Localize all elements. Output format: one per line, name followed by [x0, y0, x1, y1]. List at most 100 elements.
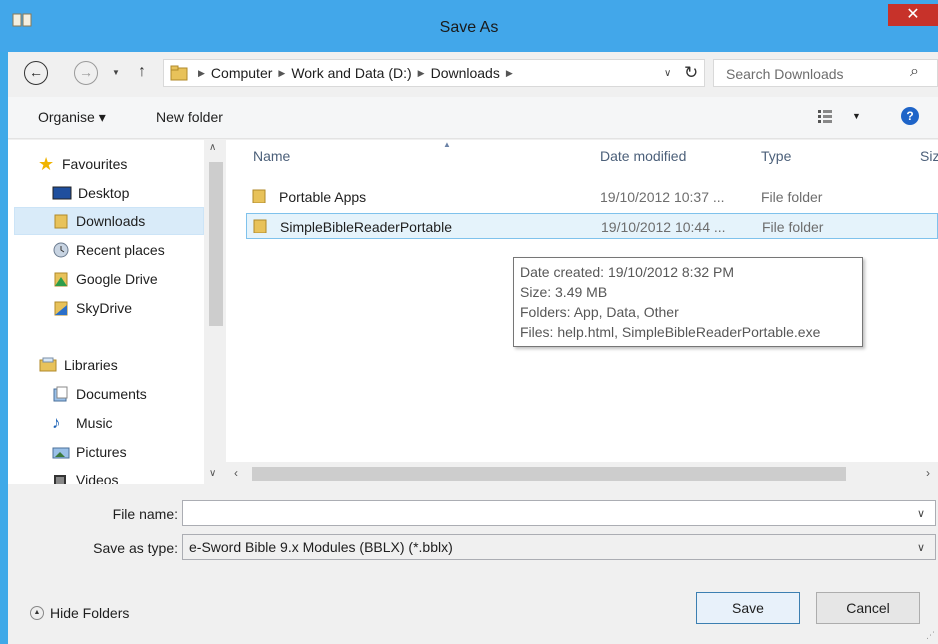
file-name: Portable Apps [279, 189, 367, 205]
tooltip-files: Files: help.html, SimpleBibleReaderPorta… [520, 324, 821, 340]
new-folder-button[interactable]: New folder [156, 109, 223, 125]
column-header-name[interactable]: Name [253, 148, 290, 164]
scroll-up-icon[interactable]: ∧ [209, 142, 216, 153]
forward-button[interactable]: → [74, 61, 98, 85]
address-row: ← → ▼ ↑ ▶ Computer ▶ Work and Data (D:) … [8, 52, 938, 96]
nav-item-downloads[interactable]: Downloads [14, 207, 204, 235]
cancel-button[interactable]: Cancel [816, 592, 920, 624]
chevron-right-icon[interactable]: ▶ [198, 68, 205, 79]
star-icon: ★ [38, 154, 55, 174]
close-button[interactable]: ✕ [888, 4, 938, 26]
music-icon: ♪ [52, 413, 61, 432]
sort-ascending-icon: ▲ [443, 140, 451, 149]
chevron-right-icon[interactable]: ▶ [278, 68, 285, 79]
nav-item-music[interactable]: ♪ Music [52, 409, 113, 437]
search-input[interactable]: Search Downloads ⌕ [713, 59, 938, 87]
nav-item-pictures[interactable]: Pictures [52, 438, 127, 466]
nav-item-recent-places[interactable]: Recent places [52, 236, 165, 264]
nav-item-google-drive[interactable]: Google Drive [52, 265, 158, 293]
nav-label: Videos [76, 472, 119, 484]
nav-label: Recent places [76, 242, 165, 258]
nav-label: SkyDrive [76, 300, 133, 316]
recent-places-icon [53, 242, 69, 258]
chevron-down-icon[interactable]: ∨ [917, 541, 925, 554]
google-drive-icon [54, 272, 68, 287]
file-name-field[interactable]: ∨ [182, 500, 936, 526]
title-bar: Save As ✕ [0, 0, 938, 52]
chevron-right-icon[interactable]: ▶ [418, 68, 425, 79]
documents-icon [53, 386, 68, 402]
navigation-pane: ★ Favourites Desktop Downloads Recent pl… [8, 140, 226, 484]
save-as-type-select[interactable]: e-Sword Bible 9.x Modules (BBLX) (*.bblx… [182, 534, 936, 560]
nav-label: Downloads [76, 213, 146, 229]
up-arrow-icon[interactable]: ↑ [138, 63, 146, 81]
table-row[interactable]: SimpleBibleReaderPortable 19/10/2012 10:… [246, 213, 938, 239]
tooltip-date-created: Date created: 19/10/2012 8:32 PM [520, 264, 735, 280]
file-type: File folder [761, 189, 823, 205]
scroll-right-icon[interactable]: › [926, 466, 930, 480]
nav-label: Pictures [76, 444, 127, 460]
save-button[interactable]: Save [696, 592, 800, 624]
column-header-date-modified[interactable]: Date modified [600, 148, 686, 164]
view-options-icon[interactable] [818, 109, 832, 123]
recent-locations-dropdown-icon[interactable]: ▼ [112, 68, 120, 77]
window-title: Save As [439, 19, 499, 36]
folder-icon [253, 219, 267, 233]
breadcrumb-downloads[interactable]: Downloads [431, 65, 500, 81]
nav-libraries[interactable]: Libraries [38, 351, 118, 379]
column-header-type[interactable]: Type [761, 148, 791, 164]
nav-scrollbar[interactable]: ∧ ∨ [204, 140, 226, 484]
tooltip-size: Size: 3.49 MB [520, 284, 608, 300]
nav-item-videos[interactable]: Videos [52, 466, 119, 484]
refresh-icon[interactable]: ↻ [684, 63, 698, 83]
file-name-label: File name: [112, 506, 178, 522]
hide-folders-toggle[interactable]: ▲ Hide Folders [30, 605, 129, 621]
nav-label: Documents [76, 386, 147, 402]
skydrive-icon [54, 301, 68, 316]
desktop-icon [52, 186, 72, 200]
help-icon[interactable]: ? [901, 107, 919, 125]
breadcrumb: ▶ Computer ▶ Work and Data (D:) ▶ Downlo… [198, 65, 513, 81]
save-as-type-value: e-Sword Bible 9.x Modules (BBLX) (*.bblx… [189, 539, 453, 555]
address-bar[interactable]: ▶ Computer ▶ Work and Data (D:) ▶ Downlo… [163, 59, 705, 87]
back-button[interactable]: ← [24, 61, 48, 85]
pictures-icon [52, 447, 70, 459]
nav-label: Libraries [64, 357, 118, 373]
folder-icon [170, 65, 188, 81]
tooltip-folders: Folders: App, Data, Other [520, 304, 679, 320]
organise-button[interactable]: Organise ▾ [38, 109, 106, 126]
column-header-size[interactable]: Siz [920, 148, 938, 164]
chevron-down-icon[interactable]: ∨ [917, 507, 925, 520]
nav-favourites[interactable]: ★ Favourites [38, 150, 127, 178]
file-list: ▲ Name Date modified Type Siz Portable A… [226, 140, 938, 484]
chevron-right-icon[interactable]: ▶ [506, 68, 513, 79]
nav-item-documents[interactable]: Documents [52, 380, 147, 408]
resize-grip-icon[interactable]: ⋰ [926, 630, 935, 641]
search-icon[interactable]: ⌕ [910, 63, 919, 81]
save-as-type-label: Save as type: [93, 540, 178, 556]
nav-label: Music [76, 415, 113, 431]
search-placeholder: Search Downloads [726, 66, 844, 82]
scroll-left-icon[interactable]: ‹ [234, 466, 238, 480]
scrollbar-thumb[interactable] [209, 162, 223, 326]
scrollbar-thumb[interactable] [252, 467, 846, 481]
file-date: 19/10/2012 10:37 ... [600, 189, 725, 205]
folder-icon [252, 189, 266, 203]
hide-folders-label: Hide Folders [50, 605, 130, 621]
table-row[interactable]: Portable Apps 19/10/2012 10:37 ... File … [242, 184, 938, 210]
file-date: 19/10/2012 10:44 ... [601, 219, 726, 235]
horizontal-scrollbar[interactable]: ‹ › [226, 462, 938, 484]
file-type: File folder [762, 219, 824, 235]
scroll-down-icon[interactable]: ∨ [209, 468, 216, 479]
videos-icon [54, 475, 66, 484]
collapse-up-icon: ▲ [30, 606, 44, 620]
nav-label: Desktop [78, 185, 130, 201]
chevron-down-icon[interactable]: ∨ [664, 68, 671, 79]
nav-item-desktop[interactable]: Desktop [52, 179, 129, 207]
view-dropdown-icon[interactable]: ▼ [852, 111, 861, 121]
breadcrumb-computer[interactable]: Computer [211, 65, 272, 81]
nav-label: Favourites [62, 156, 128, 172]
folder-info-tooltip: Date created: 19/10/2012 8:32 PM Size: 3… [513, 257, 863, 347]
nav-item-skydrive[interactable]: SkyDrive [52, 294, 132, 322]
breadcrumb-drive[interactable]: Work and Data (D:) [291, 65, 411, 81]
